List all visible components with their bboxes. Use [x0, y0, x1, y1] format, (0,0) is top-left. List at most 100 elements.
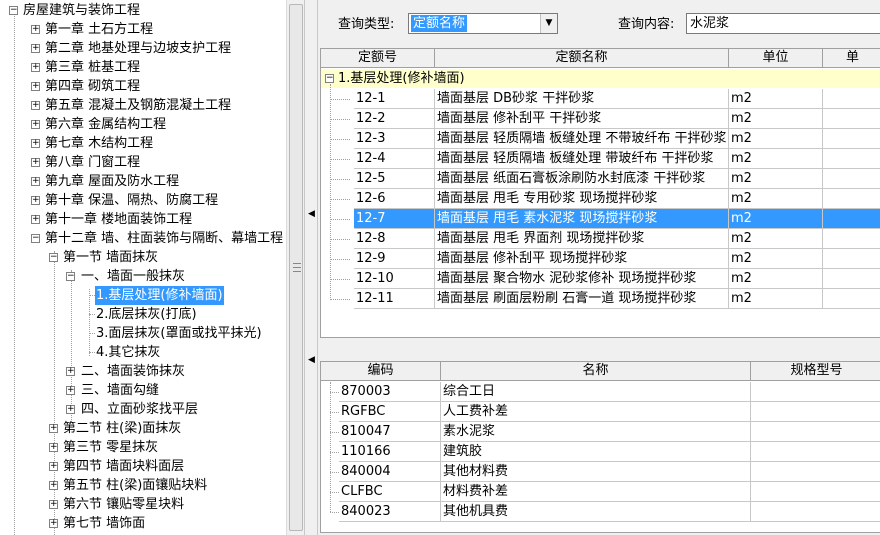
tree-item[interactable]: − 第一节 墙面抹灰: [0, 248, 286, 267]
tree-item[interactable]: + 第六章 金属结构工程: [0, 115, 286, 134]
expand-icon[interactable]: +: [66, 405, 75, 414]
tree-scrollbar-thumb[interactable]: [289, 4, 303, 531]
column-header[interactable]: 规格型号: [751, 362, 880, 381]
collapse-icon[interactable]: −: [49, 253, 58, 262]
table-row[interactable]: 12-2 墙面基层 修补刮平 干拌砂浆 m2: [321, 109, 880, 129]
expand-icon[interactable]: +: [31, 82, 40, 91]
column-header[interactable]: 编码: [321, 362, 441, 381]
tree-item[interactable]: 3.面层抹灰(罩面或找平抹光): [0, 324, 286, 343]
collapse-icon[interactable]: −: [66, 272, 75, 281]
tree-item[interactable]: + 第一章 土石方工程: [0, 20, 286, 39]
expand-icon[interactable]: +: [31, 177, 40, 186]
tree-item[interactable]: + 二、墙面装饰抹灰: [0, 362, 286, 381]
grid-guide-line: [330, 512, 339, 513]
table-row[interactable]: 12-5 墙面基层 纸面石膏板涂刷防水封底漆 干拌砂浆 m2: [321, 169, 880, 189]
table-row[interactable]: CLFBC 材料费补差: [321, 482, 880, 502]
table-row[interactable]: 12-1 墙面基层 DB砂浆 干拌砂浆 m2: [321, 89, 880, 109]
tree-item[interactable]: + 第四节 墙面块料面层: [0, 457, 286, 476]
table-row[interactable]: 12-9 墙面基层 修补刮平 现场搅拌砂浆 m2: [321, 249, 880, 269]
table-row[interactable]: 840004 其他材料费: [321, 462, 880, 482]
table-row[interactable]: 110166 建筑胶: [321, 442, 880, 462]
tree-item[interactable]: + 第七节 墙饰面: [0, 514, 286, 533]
tree-item[interactable]: + 四、立面砂浆找平层: [0, 400, 286, 419]
tree-item[interactable]: + 第二节 柱(梁)面抹灰: [0, 419, 286, 438]
grid-guide-line: [330, 179, 350, 180]
expand-icon[interactable]: +: [31, 44, 40, 53]
collapse-icon[interactable]: −: [325, 74, 334, 83]
table-row-selected[interactable]: 12-7 墙面基层 甩毛 素水泥浆 现场搅拌砂浆 m2: [321, 209, 880, 229]
tree-item[interactable]: 4.其它抹灰: [0, 343, 286, 362]
tree-item[interactable]: + 第十章 保温、隔热、防腐工程: [0, 191, 286, 210]
column-header[interactable]: 单: [823, 49, 880, 68]
collapse-left-icon[interactable]: ◀: [308, 209, 315, 219]
column-header[interactable]: 单位: [729, 49, 823, 68]
collapse-icon[interactable]: −: [31, 234, 40, 243]
tree-item[interactable]: + 第二章 地基处理与边坡支护工程: [0, 39, 286, 58]
tree-item[interactable]: + 第三节 零星抹灰: [0, 438, 286, 457]
table-row[interactable]: 840023 其他机具费: [321, 502, 880, 522]
tree-item[interactable]: + 第四章 砌筑工程: [0, 77, 286, 96]
table-row[interactable]: 12-4 墙面基层 轻质隔墙 板缝处理 带玻纤布 干拌砂浆 m2: [321, 149, 880, 169]
table-row[interactable]: 12-3 墙面基层 轻质隔墙 板缝处理 不带玻纤布 干拌砂浆 m2: [321, 129, 880, 149]
expand-icon[interactable]: +: [31, 215, 40, 224]
tree-item[interactable]: + 第六节 镶贴零星块料: [0, 495, 286, 514]
tree-item-label: 第五章 混凝土及钢筋混凝土工程: [45, 98, 232, 113]
grid-guide-line: [330, 99, 350, 100]
tree-item-label: 2.底层抹灰(打底): [96, 307, 197, 322]
tree-item[interactable]: + 第三章 桩基工程: [0, 58, 286, 77]
expand-icon[interactable]: +: [49, 519, 58, 528]
cell-code: 810047: [339, 422, 441, 442]
tree-item[interactable]: + 第七章 木结构工程: [0, 134, 286, 153]
expand-icon[interactable]: +: [49, 500, 58, 509]
query-type-select[interactable]: 定额名称 ▼: [408, 13, 558, 34]
table-row[interactable]: 12-10 墙面基层 聚合物水 泥砂浆修补 现场搅拌砂浆 m2: [321, 269, 880, 289]
cell-code: RGFBC: [339, 402, 441, 422]
tree-scrollbar[interactable]: [286, 0, 304, 535]
chevron-down-icon[interactable]: ▼: [540, 14, 557, 33]
table-row[interactable]: 870003 综合工日: [321, 382, 880, 402]
cell-code: 12-10: [354, 269, 435, 289]
tree-item[interactable]: + 第八章 门窗工程: [0, 153, 286, 172]
expand-icon[interactable]: +: [49, 424, 58, 433]
expand-icon[interactable]: +: [49, 462, 58, 471]
cell-extra: [823, 169, 880, 189]
expand-icon[interactable]: +: [31, 139, 40, 148]
expand-icon[interactable]: +: [31, 196, 40, 205]
expand-icon[interactable]: +: [66, 386, 75, 395]
tree-item[interactable]: − 一、墙面一般抹灰: [0, 267, 286, 286]
tree-item[interactable]: 2.底层抹灰(打底): [0, 305, 286, 324]
expand-icon[interactable]: +: [31, 120, 40, 129]
expand-icon[interactable]: +: [31, 25, 40, 34]
pane-splitter[interactable]: ◀ ◀: [304, 0, 318, 535]
tree-item[interactable]: + 三、墙面勾缝: [0, 381, 286, 400]
tree-item-selected[interactable]: 1.基层处理(修补墙面): [0, 286, 286, 305]
expand-icon[interactable]: +: [31, 101, 40, 110]
cell-unit: m2: [729, 89, 823, 109]
tree-item-label: 第三章 桩基工程: [45, 60, 141, 75]
expand-icon[interactable]: +: [31, 63, 40, 72]
expand-icon[interactable]: +: [66, 367, 75, 376]
column-header[interactable]: 名称: [441, 362, 751, 381]
cell-extra: [823, 289, 880, 309]
collapse-left-icon-2[interactable]: ◀: [308, 355, 315, 365]
tree-item[interactable]: − 第十二章 墙、柱面装饰与隔断、幕墙工程: [0, 229, 286, 248]
collapse-icon[interactable]: −: [9, 6, 18, 15]
table-row[interactable]: RGFBC 人工费补差: [321, 402, 880, 422]
column-header[interactable]: 定额名称: [435, 49, 729, 68]
tree-item[interactable]: + 第十一章 楼地面装饰工程: [0, 210, 286, 229]
table-row[interactable]: 810047 素水泥浆: [321, 422, 880, 442]
group-row[interactable]: −1.基层处理(修补墙面): [321, 69, 880, 88]
table-row[interactable]: 12-8 墙面基层 甩毛 界面剂 现场搅拌砂浆 m2: [321, 229, 880, 249]
tree-item[interactable]: − 房屋建筑与装饰工程: [0, 1, 286, 20]
table-row[interactable]: 12-11 墙面基层 刷面层粉刷 石膏一道 现场搅拌砂浆 m2: [321, 289, 880, 309]
column-header[interactable]: 定额号: [321, 49, 435, 68]
tree-item[interactable]: + 第九章 屋面及防水工程: [0, 172, 286, 191]
tree-item[interactable]: + 第五节 柱(梁)面镶贴块料: [0, 476, 286, 495]
query-content-input[interactable]: 水泥浆: [686, 13, 880, 34]
expand-icon[interactable]: +: [49, 481, 58, 490]
cell-unit: m2: [729, 169, 823, 189]
expand-icon[interactable]: +: [49, 443, 58, 452]
tree-item[interactable]: + 第五章 混凝土及钢筋混凝土工程: [0, 96, 286, 115]
expand-icon[interactable]: +: [31, 158, 40, 167]
table-row[interactable]: 12-6 墙面基层 甩毛 专用砂浆 现场搅拌砂浆 m2: [321, 189, 880, 209]
